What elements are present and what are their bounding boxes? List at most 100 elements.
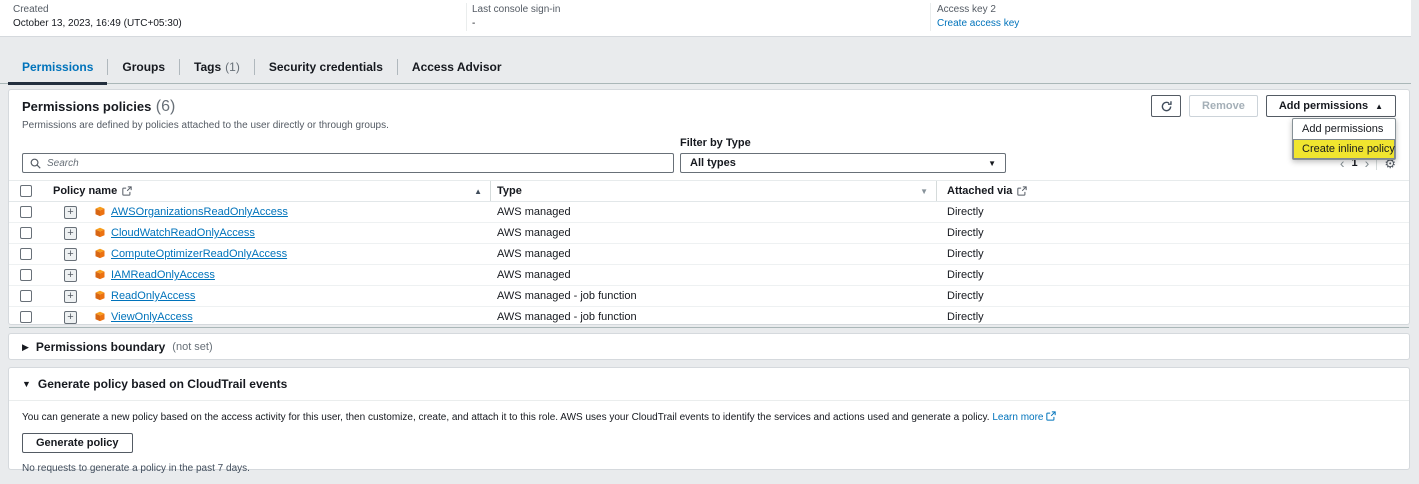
create-access-key-link[interactable]: Create access key [937,18,1019,29]
caret-down-icon: ▼ [988,159,996,168]
policy-type: AWS managed - job function [491,290,937,302]
last-signin-label: Last console sign-in [472,4,560,15]
table-row: AWSOrganizationsReadOnlyAccess AWS manag… [9,202,1409,223]
policy-attached-via: Directly [937,290,1409,302]
policy-name-link[interactable]: ComputeOptimizerReadOnlyAccess [111,248,287,260]
expand-section-icon[interactable]: ▶ [22,343,29,352]
row-checkbox[interactable] [20,290,32,302]
sort-ascending-icon[interactable]: ▲ [474,187,482,196]
tab-access-advisor[interactable]: Access Advisor [398,50,516,83]
column-filter-icon[interactable]: ▼ [920,187,928,196]
generate-policy-header[interactable]: ▼ Generate policy based on CloudTrail ev… [9,368,1409,401]
policy-count-badge: (6) [156,98,176,115]
generate-policy-title: Generate policy based on CloudTrail even… [38,377,287,391]
row-checkbox[interactable] [20,311,32,323]
panel-actions: Remove Add permissions ▲ [1151,95,1396,117]
table-row: ComputeOptimizerReadOnlyAccess AWS manag… [9,244,1409,265]
filter-row: Filter by Type All types ▼ ‹ 1 › ⚙ [9,137,1409,173]
generate-policy-description: You can generate a new policy based on t… [22,411,1396,423]
tab-label: Tags [194,60,221,74]
generate-policy-button[interactable]: Generate policy [22,433,133,453]
type-filter-group: Filter by Type All types ▼ [680,137,1006,173]
managed-policy-icon [94,269,106,281]
policy-name-link[interactable]: AWSOrganizationsReadOnlyAccess [111,206,288,218]
refresh-button[interactable] [1151,95,1181,117]
user-summary-strip: Created October 13, 2023, 16:49 (UTC+05:… [0,0,1411,37]
generate-policy-status: No requests to generate a policy in the … [22,463,1396,474]
policy-attached-via: Directly [937,269,1409,281]
menu-item-add-permissions[interactable]: Add permissions [1293,119,1395,139]
policy-name-link[interactable]: ReadOnlyAccess [111,290,195,302]
type-header[interactable]: Type [497,185,522,197]
add-permissions-button[interactable]: Add permissions ▲ [1266,95,1396,117]
generate-policy-panel: ▼ Generate policy based on CloudTrail ev… [8,367,1410,470]
expand-row-icon[interactable] [64,227,77,240]
policies-table: Policy name ▲ Type ▼ Attached via [9,180,1409,328]
tab-groups[interactable]: Groups [108,50,179,83]
summary-created: Created October 13, 2023, 16:49 (UTC+05:… [13,4,182,29]
managed-policy-icon [94,311,106,323]
last-signin-value: - [472,18,560,29]
permissions-boundary-panel[interactable]: ▶ Permissions boundary (not set) [8,333,1410,360]
table-header-row: Policy name ▲ Type ▼ Attached via [9,180,1409,202]
expand-row-icon[interactable] [64,248,77,261]
summary-divider [466,3,467,31]
table-body: AWSOrganizationsReadOnlyAccess AWS manag… [9,202,1409,328]
expand-row-icon[interactable] [64,290,77,303]
policy-type: AWS managed [491,269,937,281]
learn-more-link[interactable]: Learn more [992,412,1043,423]
menu-item-create-inline-policy[interactable]: Create inline policy [1293,139,1395,159]
created-label: Created [13,4,182,15]
tab-permissions[interactable]: Permissions [8,50,107,83]
created-value: October 13, 2023, 16:49 (UTC+05:30) [13,18,182,29]
external-link-icon [1017,186,1027,196]
external-link-icon [122,186,132,196]
policy-attached-via: Directly [937,248,1409,260]
boundary-title: Permissions boundary [36,340,165,354]
panel-title: Permissions policies [22,99,151,114]
row-checkbox[interactable] [20,227,32,239]
policy-attached-via: Directly [937,227,1409,239]
tab-label: Groups [122,60,165,74]
select-all-checkbox[interactable] [20,185,32,197]
permissions-policies-panel: Permissions policies (6) Permissions are… [8,89,1410,325]
policy-type: AWS managed - job function [491,311,937,323]
policy-type: AWS managed [491,227,937,239]
user-detail-tabs: Permissions Groups Tags (1) Security cre… [0,50,1411,84]
row-checkbox[interactable] [20,248,32,260]
expand-row-icon[interactable] [64,269,77,282]
policy-name-link[interactable]: IAMReadOnlyAccess [111,269,215,281]
table-row: ViewOnlyAccess AWS managed - job functio… [9,307,1409,328]
access-key-label: Access key 2 [937,4,1019,15]
search-input[interactable] [47,158,666,169]
type-filter-select[interactable]: All types ▼ [680,153,1006,173]
policy-name-link[interactable]: ViewOnlyAccess [111,311,193,323]
policy-name-link[interactable]: CloudWatchReadOnlyAccess [111,227,255,239]
expand-row-icon[interactable] [64,206,77,219]
policy-search-box[interactable] [22,153,674,173]
managed-policy-icon [94,290,106,302]
external-link-icon [1046,411,1056,421]
tab-tags[interactable]: Tags (1) [180,50,254,83]
row-checkbox[interactable] [20,206,32,218]
row-checkbox[interactable] [20,269,32,281]
policy-name-header[interactable]: Policy name [53,185,117,197]
refresh-icon [1160,100,1173,113]
policy-type: AWS managed [491,206,937,218]
policy-type: AWS managed [491,248,937,260]
panel-description: Permissions are defined by policies atta… [22,120,1396,131]
summary-access-key: Access key 2 Create access key [937,4,1019,29]
selected-filter-value: All types [690,157,736,169]
tab-security-credentials[interactable]: Security credentials [255,50,397,83]
description-text: You can generate a new policy based on t… [22,412,990,423]
attached-via-header[interactable]: Attached via [947,185,1012,197]
iam-user-detail-page: Created October 13, 2023, 16:49 (UTC+05:… [0,0,1419,476]
table-row: IAMReadOnlyAccess AWS managed Directly [9,265,1409,286]
add-permissions-label: Add permissions [1279,100,1368,112]
boundary-status: (not set) [172,341,212,353]
expand-row-icon[interactable] [64,311,77,324]
table-row: ReadOnlyAccess AWS managed - job functio… [9,286,1409,307]
tab-label: Security credentials [269,60,383,74]
policy-attached-via: Directly [937,206,1409,218]
remove-button[interactable]: Remove [1189,95,1258,117]
